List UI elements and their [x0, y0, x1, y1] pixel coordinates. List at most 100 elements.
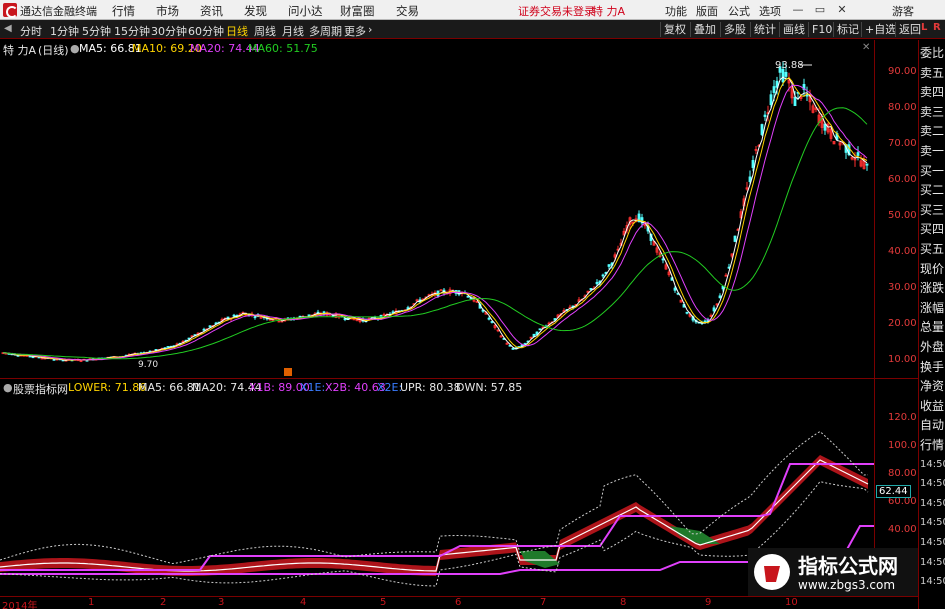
quote-panel-item[interactable]: 买五	[920, 240, 945, 258]
main-axis-tick: 30.00	[888, 282, 917, 293]
quote-panel-item[interactable]: 买四	[920, 220, 945, 238]
menu-hangqing[interactable]: 行情	[112, 3, 135, 19]
quote-panel-item[interactable]: 委比	[920, 44, 945, 62]
btn-diejia[interactable]: 叠加	[690, 22, 719, 37]
quote-panel-item[interactable]: 现价	[920, 260, 945, 278]
event-marker-icon	[284, 368, 292, 376]
menu-wenxiaoda[interactable]: 问小达	[288, 3, 323, 19]
quote-panel-item[interactable]: 14:50	[920, 573, 945, 591]
panel-r-label[interactable]: R	[933, 22, 941, 33]
menu-xuanxiang[interactable]: 选项	[759, 3, 781, 19]
indicator-chart	[0, 430, 874, 587]
time-axis-tick: 6	[455, 597, 462, 608]
quote-panel-item[interactable]: 14:50	[920, 456, 945, 474]
restore-icon[interactable]: ▭	[812, 2, 828, 18]
quote-side-panel: L R 委比卖五 卖四卖三 卖二卖一买一 买二买三 买四买五现价 涨跌涨幅 总量外盘换手 净资…	[918, 22, 945, 609]
quote-panel-item[interactable]: 14:50	[920, 534, 945, 552]
quote-panel-item[interactable]: 涨跌	[920, 279, 945, 297]
btn-zixuan[interactable]: +自选	[861, 22, 899, 37]
time-axis: 2014年 1 2 3 4 5 6 7 8 9 10	[0, 596, 918, 609]
more-chevron-icon[interactable]: ›	[368, 23, 372, 36]
main-chart-info: 特 力A (日线) ● MA5: 66.81 MA10: 69.20 MA20:…	[0, 40, 880, 57]
quote-panel-item[interactable]: 14:50	[920, 495, 945, 513]
candle	[166, 346, 170, 348]
high-annotation: 93.88	[775, 60, 804, 71]
quote-panel-item[interactable]: 外盘	[920, 338, 945, 356]
btn-huaxian[interactable]: 画线	[779, 22, 808, 37]
candlestick-chart: 93.88 9.70	[1, 60, 869, 376]
main-axis-tick: 70.00	[888, 138, 917, 149]
candle	[382, 312, 386, 316]
btn-biaoji[interactable]: 标记	[833, 22, 862, 37]
sub-axis-tick: 100.0	[888, 440, 917, 451]
period-60min[interactable]: 60分钟	[188, 23, 224, 39]
period-daily[interactable]: 日线	[226, 23, 248, 39]
period-fenshi[interactable]: 分时	[20, 23, 42, 39]
quote-panel-item[interactable]: 卖四	[920, 83, 945, 101]
quote-panel-item[interactable]: 卖五	[920, 64, 945, 82]
nav-left-icon[interactable]: ◀	[4, 23, 12, 34]
quote-panel-item[interactable]: 卖三	[920, 103, 945, 121]
period-more[interactable]: 更多	[344, 23, 366, 39]
guest-button[interactable]: 游客	[892, 3, 914, 19]
period-1min[interactable]: 1分钟	[50, 23, 79, 39]
quote-panel-item[interactable]: 14:50	[920, 554, 945, 572]
menu-zixun[interactable]: 资讯	[200, 3, 223, 19]
btn-fuquan[interactable]: 复权	[660, 22, 689, 37]
candle	[754, 145, 758, 154]
upr-label: UPR: 80.38	[400, 381, 461, 394]
panel-l-label[interactable]: L	[921, 22, 927, 33]
quote-panel-item[interactable]: 净资	[920, 377, 945, 395]
close-pane-icon[interactable]: ✕	[862, 42, 870, 53]
minimize-icon[interactable]: —	[790, 2, 806, 18]
close-icon[interactable]: ✕	[834, 2, 850, 18]
candle	[856, 146, 860, 161]
candle	[232, 313, 236, 317]
quote-panel-item[interactable]: 卖一	[920, 142, 945, 160]
menu-gongneng[interactable]: 功能	[665, 3, 687, 19]
app-title: 通达信金融终端	[20, 5, 97, 18]
btn-tongji[interactable]: 统计	[750, 22, 779, 37]
time-axis-tick: 9	[705, 597, 712, 608]
ma20-line	[2, 84, 868, 361]
ma60-line	[2, 107, 868, 360]
menu-caifuquan[interactable]: 财富圈	[340, 3, 375, 19]
period-30min[interactable]: 30分钟	[151, 23, 187, 39]
period-15min[interactable]: 15分钟	[114, 23, 150, 39]
quote-panel-item[interactable]: 自动	[920, 416, 945, 434]
main-axis-tick: 60.00	[888, 174, 917, 185]
candle	[724, 273, 728, 277]
indicator-info: ● 股票指标网 LOWER: 71.86 MA5: 66.81 MA20: 74…	[0, 379, 880, 396]
btn-fanhui[interactable]: 返回	[895, 22, 924, 37]
dwn-label: DWN: 57.85	[456, 381, 523, 394]
period-multi[interactable]: 多周期	[309, 23, 342, 39]
candle	[277, 320, 281, 323]
quote-panel-item[interactable]: 卖二	[920, 122, 945, 140]
quote-panel-item[interactable]: 14:50	[920, 514, 945, 532]
indicator-dot-icon[interactable]: ●	[3, 381, 13, 394]
menu-banmian[interactable]: 版面	[696, 3, 718, 19]
menu-gongshi[interactable]: 公式	[728, 3, 750, 19]
quote-panel-item[interactable]: 行情	[920, 436, 945, 454]
quote-panel-item[interactable]: 买一	[920, 162, 945, 180]
period-monthly[interactable]: 月线	[282, 23, 304, 39]
time-axis-tick: 5	[380, 597, 387, 608]
menu-faxian[interactable]: 发现	[244, 3, 267, 19]
main-axis-tick: 40.00	[888, 246, 917, 257]
quote-panel-item[interactable]: 换手	[920, 358, 945, 376]
time-axis-tick: 2	[160, 597, 167, 608]
menu-jiaoyi[interactable]: 交易	[396, 3, 419, 19]
btn-f10[interactable]: F10	[808, 22, 835, 37]
quote-panel-item[interactable]: 总量	[920, 318, 945, 336]
quote-panel-item[interactable]: 买二	[920, 181, 945, 199]
sub-axis-tick: 80.00	[888, 468, 917, 479]
quote-panel-item[interactable]: 买三	[920, 201, 945, 219]
period-5min[interactable]: 5分钟	[82, 23, 111, 39]
menu-shichang[interactable]: 市场	[156, 3, 179, 19]
quote-panel-item[interactable]: 涨幅	[920, 299, 945, 317]
btn-duogu[interactable]: 多股	[720, 22, 749, 37]
quote-panel-item[interactable]: 收益	[920, 397, 945, 415]
quote-panel-item[interactable]: 14:50	[920, 475, 945, 493]
login-alert[interactable]: 证券交易未登录	[518, 3, 595, 19]
period-weekly[interactable]: 周线	[254, 23, 276, 39]
